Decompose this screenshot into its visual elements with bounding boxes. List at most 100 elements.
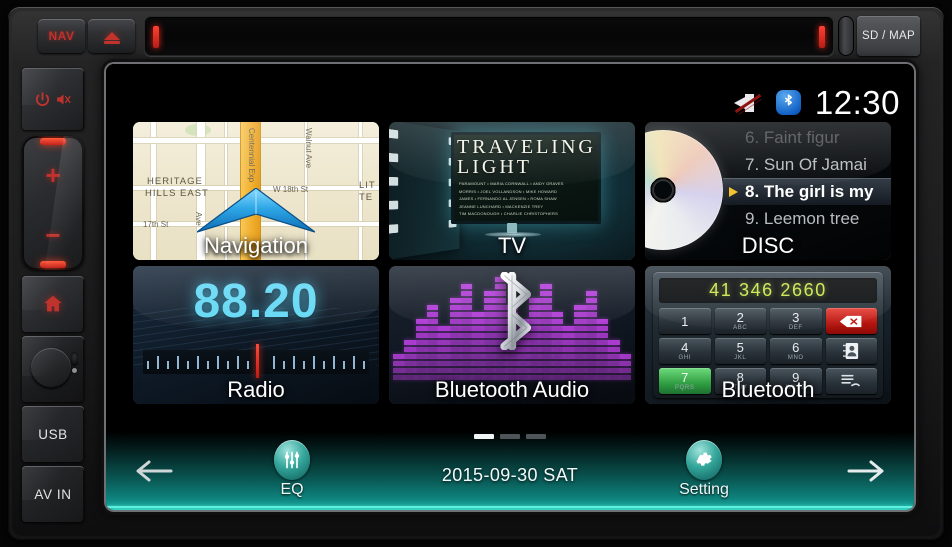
equalizer-segment: [415, 319, 427, 324]
tuner-tick: [177, 356, 179, 369]
equalizer-segment: [472, 368, 484, 373]
tile-bluetooth-audio[interactable]: Bluetooth Audio: [389, 266, 635, 404]
reset-pinhole[interactable]: [72, 368, 77, 373]
left-button-panel: + − USB AV IN: [22, 66, 96, 522]
dialpad-key-3[interactable]: 3 DEF: [770, 308, 822, 334]
tile-radio[interactable]: 88.20 Radio: [133, 266, 379, 404]
dialpad-key-6[interactable]: 6 MNO: [770, 338, 822, 364]
volume-up-button[interactable]: +: [45, 162, 60, 188]
setting-button[interactable]: Setting: [666, 440, 742, 499]
equalizer-segment: [460, 291, 473, 296]
tile-label-navigation: Navigation: [204, 232, 308, 258]
page-indicator-dot[interactable]: [474, 434, 494, 439]
usb-port[interactable]: USB: [22, 406, 84, 462]
track-row-active-label: 8. The girl is my: [745, 182, 874, 201]
equalizer-segment: [574, 312, 586, 317]
tuner-tick: [333, 356, 335, 369]
date-display: 2015-09-30 SAT: [441, 465, 579, 485]
tile-bluetooth-phone[interactable]: 41 346 2660 1 2 ABC 3 DEF 4 GHI 5 JKL 6 MNO 7 PQRS 8 T…: [645, 266, 891, 404]
volume-down-button[interactable]: −: [45, 222, 60, 248]
dialpad-key-1[interactable]: 1: [659, 308, 711, 334]
dialpad-key-number: 5: [736, 340, 744, 355]
equalizer-segment: [449, 319, 461, 324]
equalizer-segment: [619, 361, 631, 366]
equalizer-segment: [460, 305, 473, 310]
equalizer-segment: [528, 361, 541, 366]
power-mute-button[interactable]: [22, 68, 84, 130]
tile-disc[interactable]: 6. Faint figur 7. Sun Of Jamai 8. The gi…: [645, 122, 891, 260]
rotary-knob-area[interactable]: [22, 336, 84, 402]
tile-tv[interactable]: TRAVELING LIGHT PARAMOUNT • MARIA CORNWA…: [389, 122, 635, 260]
disc-slot[interactable]: [144, 16, 834, 56]
sd-map-slot[interactable]: SD / MAP: [857, 16, 920, 56]
av-in-label: AV IN: [34, 486, 72, 502]
mute-icon: [57, 94, 71, 104]
touchscreen[interactable]: 12:30 HERITAGE HILLS EAST Centennial Exp…: [104, 62, 916, 512]
gear-icon: [686, 440, 722, 480]
dialpad-delete-key[interactable]: [825, 308, 877, 334]
equalizer-segment: [562, 347, 575, 352]
av-in-port[interactable]: AV IN: [22, 466, 84, 522]
home-button[interactable]: [22, 276, 84, 332]
equalizer-bar: [562, 326, 575, 380]
equalizer-segment: [585, 305, 597, 310]
volume-rocker[interactable]: + −: [22, 136, 84, 270]
track-row[interactable]: 9. Leemon tree: [723, 205, 891, 232]
page-indicator-dot[interactable]: [526, 434, 546, 439]
tuner-tick: [217, 356, 219, 369]
page-indicator-dot[interactable]: [500, 434, 520, 439]
dialpad-key-number: 1: [681, 313, 689, 329]
play-icon: [729, 187, 738, 197]
equalizer-segment: [438, 340, 450, 345]
equalizer-segment: [540, 298, 552, 303]
mute-icon[interactable]: [733, 92, 762, 114]
poster-title-line1: TRAVELING: [457, 136, 596, 158]
map-area-label-1: HERITAGE: [147, 176, 203, 187]
equalizer-segment: [608, 340, 620, 345]
equalizer-segment: [460, 347, 473, 352]
equalizer-segment: [415, 368, 427, 373]
track-row[interactable]: 7. Sun Of Jamai: [723, 151, 891, 178]
dialpad-key-letters: JKL: [734, 355, 747, 361]
equalizer-segment: [574, 305, 586, 310]
page-indicator: [474, 434, 546, 439]
power-mute-icons: [34, 91, 72, 108]
bluetooth-icon[interactable]: [775, 90, 801, 115]
equalizer-segment: [404, 354, 416, 359]
dialpad-contacts-key[interactable]: [825, 338, 877, 364]
nav-button[interactable]: NAV: [38, 19, 85, 53]
equalizer-bar: [472, 312, 484, 380]
dialed-number-display[interactable]: 41 346 2660: [659, 278, 877, 303]
equalizer-segment: [585, 354, 597, 359]
track-row-active[interactable]: 8. The girl is my: [723, 178, 891, 205]
tile-navigation[interactable]: HERITAGE HILLS EAST Centennial Exp Walnu…: [133, 122, 379, 260]
previous-page-button[interactable]: [130, 454, 176, 488]
dialpad-key-4[interactable]: 4 GHI: [659, 338, 711, 364]
poster-credit-line: JAMES • FERNANDO AL JENSEN • ROMA SHAW: [459, 196, 557, 202]
rotary-knob[interactable]: [31, 348, 71, 388]
film-perforation: [389, 152, 399, 163]
equalizer-bar: [426, 305, 439, 380]
power-icon: [35, 91, 50, 106]
radio-tuner-scale[interactable]: [143, 344, 369, 378]
map-highway-label: Centennial Exp: [247, 128, 256, 183]
equalizer-segment: [540, 312, 552, 317]
track-row[interactable]: 6. Faint figur: [723, 124, 891, 151]
setting-button-label: Setting: [679, 481, 729, 498]
equalizer-bar: [596, 319, 609, 380]
equalizer-segment: [415, 361, 427, 366]
equalizer-segment: [404, 347, 416, 352]
equalizer-segment: [415, 340, 427, 345]
gear-glyph: [696, 452, 712, 466]
dialpad-key-2[interactable]: 2 ABC: [714, 308, 766, 334]
equalizer-segment: [426, 305, 439, 310]
equalizer-segment: [472, 354, 484, 359]
eject-button[interactable]: [88, 19, 135, 53]
eq-button[interactable]: EQ: [254, 440, 330, 499]
equalizer-segment: [585, 291, 597, 296]
equalizer-segment: [506, 361, 518, 366]
dialpad-key-5[interactable]: 5 JKL: [714, 338, 766, 364]
next-page-button[interactable]: [844, 454, 890, 488]
film-perforation: [389, 200, 399, 210]
equalizer-segment: [540, 305, 552, 310]
